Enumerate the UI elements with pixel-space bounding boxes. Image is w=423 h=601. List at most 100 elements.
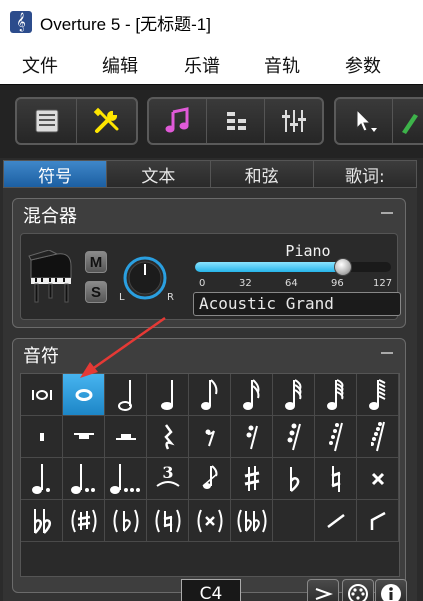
mixer-collapse-button[interactable] [381,212,393,214]
toolbar-group-edit [147,97,324,145]
info-button[interactable] [375,579,407,601]
volume-thumb[interactable] [334,258,352,276]
piano-roll-button[interactable] [207,99,265,143]
whole-note-cell[interactable] [63,374,105,416]
volume-tick-96: 96 [331,278,344,289]
notes-collapse-button[interactable] [381,352,393,354]
breve-rest-small-cell[interactable] [21,416,63,458]
pencil-tool-button[interactable] [393,99,423,143]
tab-text[interactable]: 文本 [107,161,211,187]
mixer-panel: 混合器 M S L R Piano 0 32 64 96 127 Acousti… [12,198,406,328]
volume-tick-0: 0 [199,278,206,289]
menu-file[interactable]: 文件 [22,52,58,78]
double-sharp-cell[interactable] [357,458,399,500]
hook-line-cell[interactable] [357,500,399,542]
double-flat-cell[interactable] [21,500,63,542]
128th-rest-cell[interactable] [357,416,399,458]
32nd-note-cell[interactable] [273,374,315,416]
tools-button[interactable] [77,99,136,143]
whole-rest-cell[interactable] [63,416,105,458]
window-title: Overture 5 - [无标题-1] [40,14,211,34]
tab-chords[interactable]: 和弦 [210,161,314,187]
triplet-cell[interactable]: 3 [147,458,189,500]
select-tool-button[interactable] [336,99,393,143]
double-dotted-note-cell[interactable] [63,458,105,500]
toolbar-group-select [334,97,423,145]
volume-tick-32: 32 [239,278,252,289]
dotted-note-cell[interactable] [21,458,63,500]
64th-rest-cell[interactable] [315,416,357,458]
toolbar [0,84,423,158]
menu-score[interactable]: 乐谱 [184,52,220,78]
128th-note-cell[interactable] [357,374,399,416]
tab-lyrics[interactable]: 歌词: [313,161,416,187]
half-rest-cell[interactable] [105,416,147,458]
volume-slider[interactable] [195,258,391,276]
grand-piano-icon [28,250,72,303]
sharp-cell[interactable] [231,458,273,500]
courtesy-sharp-cell[interactable] [63,500,105,542]
sixteenth-note-cell[interactable] [231,374,273,416]
slur-line-cell[interactable] [315,500,357,542]
toolbar-group-view [15,97,138,145]
midi-button[interactable] [342,579,374,601]
sixteenth-rest-cell[interactable] [231,416,273,458]
tab-symbols[interactable]: 符号 [4,161,108,187]
triple-dotted-note-cell[interactable] [105,458,147,500]
app-icon: 𝄞 [10,11,32,33]
solo-button[interactable]: S [85,281,107,303]
menu-parameters[interactable]: 参数 [345,52,381,78]
menu-bar: 文件 编辑 乐谱 音轨 参数 [0,44,423,84]
breve-rest-cell[interactable] [21,374,63,416]
page-stack-icon [35,109,58,133]
music-note-icon [165,107,188,133]
64th-note-cell[interactable] [315,374,357,416]
notes-panel: 音符 3 C4 [12,338,407,601]
note-tool-button[interactable] [149,99,207,143]
menu-track[interactable]: 音轨 [264,52,300,78]
quarter-rest-cell[interactable] [147,416,189,458]
mixer-view-button[interactable] [265,99,322,143]
eighth-rest-cell[interactable] [189,416,231,458]
svg-text:3: 3 [162,463,173,482]
mute-button[interactable]: M [85,251,107,273]
menu-edit[interactable]: 编辑 [102,52,138,78]
natural-cell[interactable] [315,458,357,500]
pitch-display[interactable]: C4 [181,579,241,601]
pan-right-label: R [167,292,174,303]
courtesy-double-sharp-cell[interactable] [189,500,231,542]
palette-tabs: 符号 文本 和弦 歌词: [3,160,417,188]
note-palette-grid: 3 C4 [20,373,407,601]
pan-left-label: L [119,292,125,303]
volume-tick-64: 64 [285,278,298,289]
title-bar: 𝄞 Overture 5 - [无标题-1] [0,0,423,44]
volume-tick-127: 127 [373,278,393,289]
courtesy-flat-cell[interactable] [105,500,147,542]
wrench-screwdriver-icon [93,107,118,133]
patch-select[interactable]: Acoustic Grand [193,292,401,316]
eighth-note-cell[interactable] [189,374,231,416]
empty-cell [273,500,315,542]
grace-note-cell[interactable] [189,458,231,500]
piano-roll-icon [226,112,246,130]
pencil-icon [402,114,419,134]
half-note-cell[interactable] [105,374,147,416]
courtesy-double-flat-cell[interactable] [231,500,273,542]
flat-cell[interactable] [273,458,315,500]
courtesy-natural-cell[interactable] [147,500,189,542]
accent-icon [315,588,333,600]
accent-button[interactable] [307,579,339,601]
pan-knob[interactable] [117,254,173,310]
info-icon [381,584,401,601]
volume-fill [195,262,343,272]
32nd-rest-cell[interactable] [273,416,315,458]
midi-connector-icon [348,584,368,601]
mixer-faders-icon [281,110,306,132]
notes-title: 音符 [23,346,59,367]
quarter-note-cell[interactable] [147,374,189,416]
score-view-button[interactable] [17,99,77,143]
cursor-arrow-icon [356,108,377,132]
instrument-name: Piano [285,242,331,260]
mixer-title: 混合器 [23,206,77,227]
mixer-channel: M S L R Piano 0 32 64 96 127 Acoustic Gr… [20,233,401,320]
